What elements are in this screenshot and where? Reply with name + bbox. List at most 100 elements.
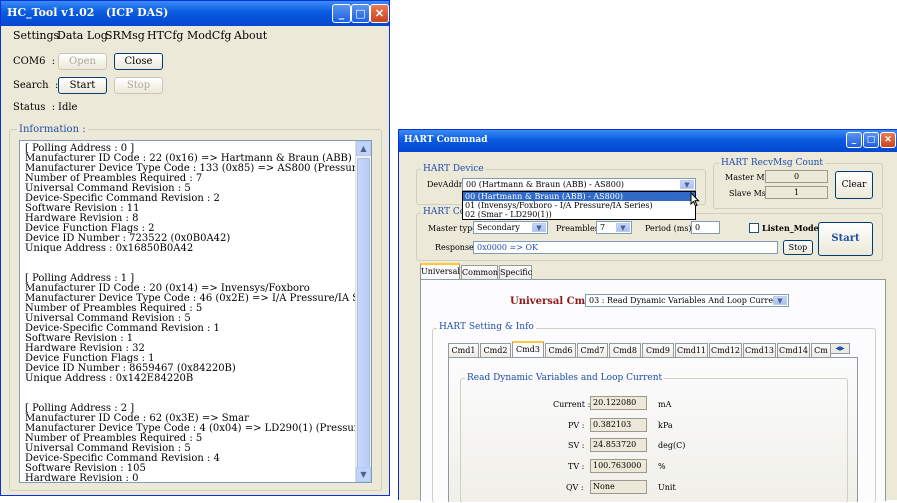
tab-scroll-arrows-icon[interactable]: ◀▶ — [830, 343, 850, 354]
listen-mode-label: Listen_Mode — [762, 223, 819, 233]
open-button[interactable]: Open — [58, 53, 107, 70]
tab-specific[interactable]: Specific — [499, 265, 532, 279]
menu-settings[interactable]: Settings — [13, 29, 59, 42]
current-label: Current : — [553, 400, 591, 409]
tv-unit: % — [658, 462, 666, 471]
tv-value: 100.763000 — [590, 459, 647, 473]
pv-label: PV : — [568, 421, 585, 430]
tab-common[interactable]: Common — [461, 265, 498, 279]
com-port-label: COM6 : — [13, 56, 56, 67]
hart-command-window: HART Commnad _ □ ✕ HART Device DevAddr :… — [398, 129, 897, 503]
menu-htcfg[interactable]: HTCfg — [147, 29, 183, 42]
stop-command-button[interactable]: Stop — [783, 240, 813, 255]
universal-cmd-select[interactable]: 03 : Read Dynamic Variables And Loop Cur… — [585, 294, 789, 307]
status-label: Status : — [13, 102, 56, 113]
sv-label: SV : — [568, 441, 585, 450]
close-button[interactable]: Close — [114, 53, 163, 70]
information-title: Information : — [17, 124, 88, 135]
devaddr-option-2[interactable]: 02 (Smar - LD290(1)) — [463, 210, 695, 219]
read-dynamic-vars-title: Read Dynamic Variables and Loop Current — [465, 373, 665, 383]
close-icon[interactable]: ✕ — [880, 132, 896, 148]
start-search-button[interactable]: Start — [58, 77, 107, 94]
info-line: Hardware Revision : 0 — [25, 473, 139, 483]
menu-modcfg[interactable]: ModCfg — [187, 29, 231, 42]
chevron-down-icon[interactable]: ▼ — [532, 223, 546, 232]
master-msg-value: 0 — [765, 170, 828, 183]
tab-cmd8[interactable]: Cmd8 — [609, 343, 641, 357]
sv-value: 24.853720 — [590, 438, 647, 452]
info-line — [25, 254, 371, 264]
scroll-thumb[interactable] — [357, 158, 370, 468]
stop-search-button[interactable]: Stop — [114, 77, 163, 94]
main-tabs: Universal Common Specific — [420, 263, 886, 279]
tab-cmd6[interactable]: Cmd6 — [545, 343, 576, 357]
pv-unit: kPa — [658, 421, 673, 430]
period-label: Period (ms) : — [645, 224, 697, 233]
qv-label: QV : — [566, 483, 584, 492]
cmd-tabs: Cmd1 Cmd2 Cmd3 Cmd6 Cmd7 Cmd8 Cmd9 Cmd11… — [448, 341, 850, 357]
universal-tab-panel: Universal Cmd : 03 : Read Dynamic Variab… — [420, 279, 886, 503]
qv-value: None — [590, 480, 647, 494]
tab-cmd9[interactable]: Cmd9 — [642, 343, 674, 357]
chevron-down-icon[interactable]: ▼ — [680, 180, 694, 189]
info-scrollbar[interactable]: ▲ ▼ — [355, 141, 371, 482]
scroll-down-icon[interactable]: ▼ — [356, 467, 371, 482]
tab-cmd1[interactable]: Cmd1 — [448, 343, 479, 357]
info-line: Unique Address : 0x142E84220B — [25, 373, 194, 384]
clear-button[interactable]: Clear — [835, 171, 873, 199]
tab-cmd3[interactable]: Cmd3 — [512, 341, 544, 357]
info-line — [25, 384, 371, 394]
hart-setting-title: HART Setting & Info — [437, 322, 536, 332]
cmd3-panel: Read Dynamic Variables and Loop Current … — [448, 357, 858, 503]
close-icon[interactable]: ✕ — [370, 4, 389, 23]
period-input[interactable]: 0 — [691, 221, 720, 234]
tab-cmd12[interactable]: Cmd12 — [709, 343, 742, 357]
maximize-icon[interactable]: □ — [351, 4, 370, 23]
mouse-cursor-icon — [690, 192, 700, 207]
chevron-down-icon[interactable]: ▼ — [773, 296, 787, 305]
tab-cmd7[interactable]: Cmd7 — [577, 343, 608, 357]
tv-label: TV : — [568, 462, 585, 471]
current-unit: mA — [658, 400, 672, 409]
information-textarea[interactable]: [ Polling Address : 0 ] Manufacturer ID C… — [19, 140, 372, 483]
master-type-select[interactable]: Secondary ▼ — [473, 221, 548, 234]
tab-cmd14[interactable]: Cmd14 — [777, 343, 810, 357]
scroll-up-icon[interactable]: ▲ — [356, 141, 371, 156]
response-field: 0x0000 => OK — [473, 241, 778, 254]
listen-mode-checkbox[interactable] — [749, 223, 759, 233]
status-value: Idle — [58, 102, 78, 113]
minimize-icon[interactable]: _ — [846, 132, 862, 148]
slave-msg-value: 1 — [765, 186, 828, 199]
devaddr-option-1[interactable]: 01 (Invensys/Foxboro - I/A Pressure/IA S… — [463, 201, 695, 210]
information-lines: [ Polling Address : 0 ] Manufacturer ID C… — [25, 144, 371, 483]
tab-cmd-more[interactable]: Cm — [811, 343, 831, 357]
menu-about[interactable]: About — [234, 29, 267, 42]
hc-tool-window: HC_Tool v1.02 (ICP DAS) _ □ ✕ Settings D… — [0, 0, 390, 496]
recv-msg-title: HART RecvMsg Count — [719, 158, 826, 168]
devaddr-option-0[interactable]: 00 (Hartmann & Braun (ABB) - AS800) — [463, 192, 695, 201]
info-line: Unique Address : 0x16850B0A42 — [25, 243, 194, 254]
devaddr-dropdown-list: 00 (Hartmann & Braun (ABB) - AS800) 01 (… — [462, 191, 696, 220]
preambles-select[interactable]: 7 ▼ — [596, 221, 632, 234]
tab-cmd11[interactable]: Cmd11 — [675, 343, 708, 357]
current-value: 20.122080 — [590, 396, 647, 410]
start-command-button[interactable]: Start — [818, 222, 873, 256]
tab-cmd2[interactable]: Cmd2 — [480, 343, 511, 357]
pv-value: 0.382103 — [590, 418, 647, 432]
hc-tool-menubar: Settings Data Log SRMsg HTCfg ModCfg Abo… — [1, 26, 389, 44]
hart-command-titlebar[interactable]: HART Commnad _ □ ✕ — [399, 130, 897, 152]
hc-tool-title: HC_Tool v1.02 (ICP DAS) — [7, 6, 169, 19]
chevron-down-icon[interactable]: ▼ — [616, 223, 630, 232]
maximize-icon[interactable]: □ — [863, 132, 879, 148]
hart-command-title: HART Commnad — [404, 135, 488, 145]
menu-data-log[interactable]: Data Log — [57, 29, 108, 42]
tab-universal[interactable]: Universal — [420, 263, 460, 279]
menu-srmsg[interactable]: SRMsg — [105, 29, 145, 42]
hc-tool-titlebar[interactable]: HC_Tool v1.02 (ICP DAS) _ □ ✕ — [1, 1, 389, 26]
qv-unit: Unit — [658, 483, 676, 492]
sv-unit: deg(C) — [658, 441, 686, 450]
devaddr-select[interactable]: 00 (Hartmann & Braun (ABB) - AS800) ▼ — [462, 178, 696, 191]
tab-cmd13[interactable]: Cmd13 — [743, 343, 776, 357]
hart-device-title: HART Device — [421, 164, 486, 174]
minimize-icon[interactable]: _ — [332, 4, 351, 23]
